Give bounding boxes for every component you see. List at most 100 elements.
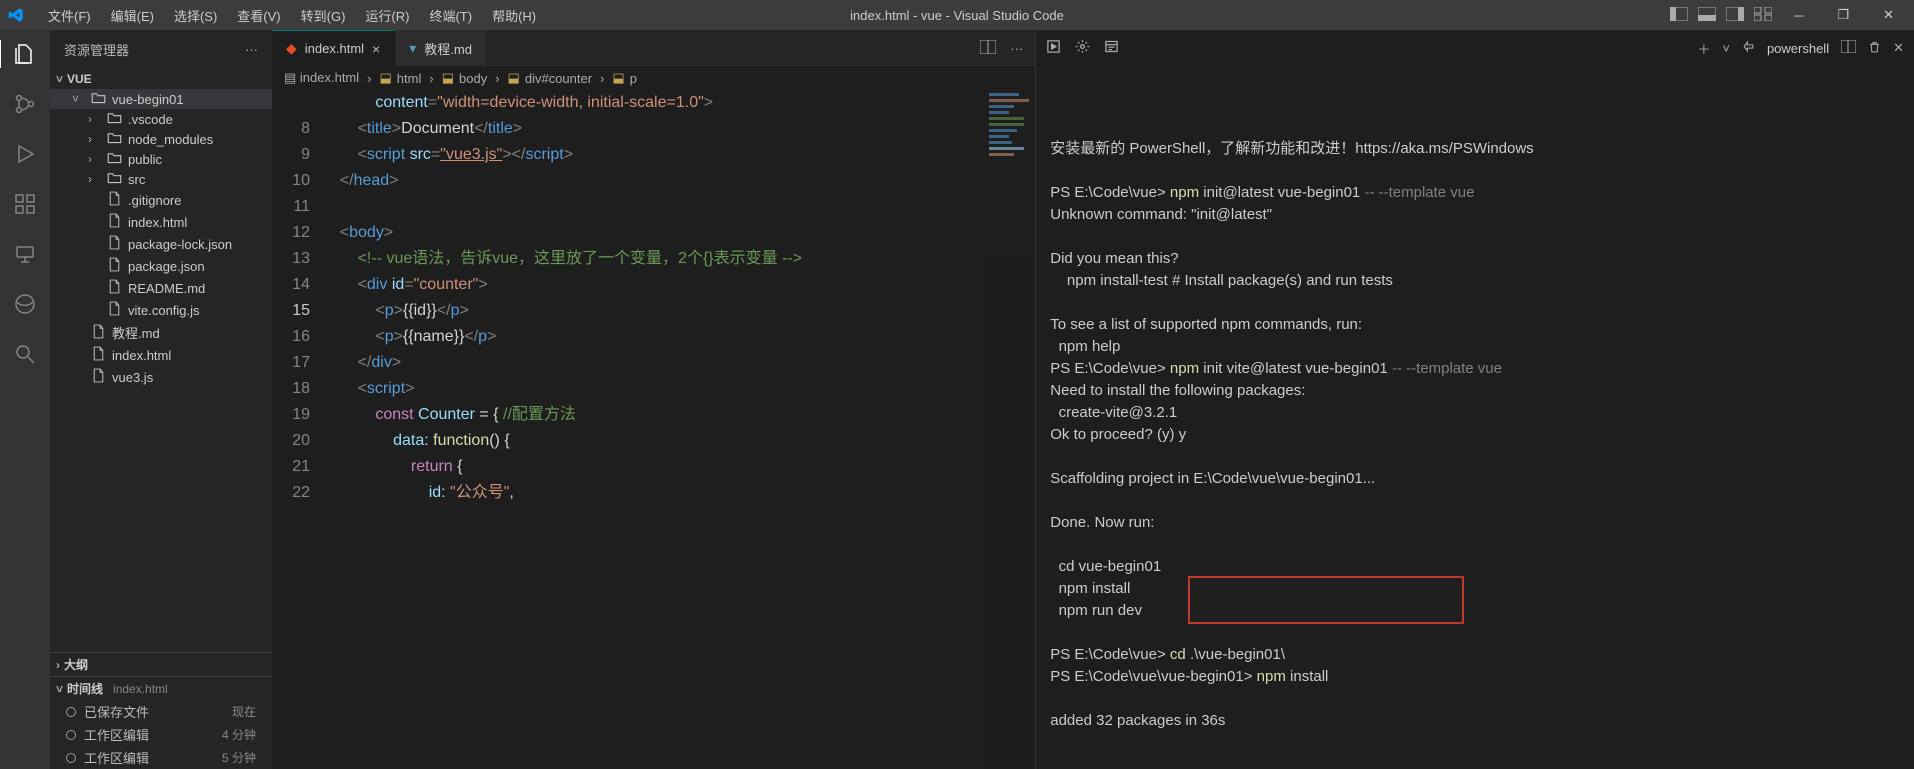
menu-item-0[interactable]: 文件(F): [38, 2, 101, 29]
file-package.json[interactable]: package.json: [50, 255, 272, 277]
more-actions-icon[interactable]: ···: [1010, 41, 1023, 56]
file-icon: [106, 301, 122, 319]
explorer-icon[interactable]: [0, 40, 49, 68]
file-icon: [90, 368, 106, 386]
timeline-item-2[interactable]: 工作区编辑5 分钟: [50, 746, 272, 769]
file-index.html[interactable]: index.html: [50, 344, 272, 366]
tab-tutorial-md[interactable]: ▾ 教程.md: [395, 30, 487, 66]
terminal-line: Did you mean this?: [1050, 248, 1900, 270]
kill-terminal-icon[interactable]: [1868, 40, 1881, 57]
menu-item-7[interactable]: 帮助(H): [482, 2, 546, 29]
breadcrumb-p[interactable]: ⬓p: [612, 70, 637, 86]
new-terminal-icon[interactable]: ＋: [1697, 39, 1710, 58]
terminal-line: npm install-test # Install package(s) an…: [1050, 270, 1900, 292]
terminal-line: Scaffolding project in E:\Code\vue\vue-b…: [1050, 468, 1900, 490]
terminal-line: npm install: [1050, 578, 1900, 600]
file-package-lock.json[interactable]: package-lock.json: [50, 233, 272, 255]
terminal-line: [1050, 622, 1900, 644]
terminal-line: [1050, 446, 1900, 468]
window-title: index.html - vue - Visual Studio Code: [850, 8, 1064, 23]
folder-public[interactable]: ›public: [50, 149, 272, 169]
breadcrumb-html[interactable]: ⬓html: [380, 70, 422, 86]
close-tab-icon[interactable]: ×: [372, 41, 380, 57]
html-file-icon: ◆: [286, 40, 297, 57]
file-icon: [106, 213, 122, 231]
terminal-run-icon[interactable]: [1742, 40, 1755, 56]
workspace-root[interactable]: ˅ VUE: [50, 69, 272, 89]
md-file-icon: ▾: [409, 40, 416, 57]
split-terminal-icon[interactable]: [1841, 40, 1856, 56]
file-README.md[interactable]: README.md: [50, 277, 272, 299]
terminal-line: PS E:\Code\vue\vue-begin01> npm install: [1050, 666, 1900, 688]
layout-editor-icon[interactable]: [1670, 7, 1688, 24]
menu-item-6[interactable]: 终端(T): [419, 2, 482, 29]
timeline-item-1[interactable]: 工作区编辑4 分钟: [50, 723, 272, 746]
terminal-body[interactable]: 安装最新的 PowerShell，了解新功能和改进！https://aka.ms…: [1036, 66, 1914, 769]
layout-panel-icon[interactable]: [1698, 7, 1716, 24]
breadcrumb-div#counter[interactable]: ⬓div#counter: [508, 70, 593, 86]
minimize-button[interactable]: ─: [1782, 4, 1815, 27]
close-button[interactable]: ✕: [1871, 3, 1906, 27]
menu-item-5[interactable]: 运行(R): [355, 2, 419, 29]
terminal-line: [1050, 226, 1900, 248]
terminal-line: npm help: [1050, 336, 1900, 358]
terminal-line: [1050, 688, 1900, 710]
run-debug-icon[interactable]: [11, 140, 39, 168]
more-icon[interactable]: ···: [245, 42, 258, 57]
folder-vue-begin01[interactable]: ˅vue-begin01: [50, 89, 272, 109]
terminal-line: create-vite@3.2.1: [1050, 402, 1900, 424]
edge-tools-icon[interactable]: [11, 290, 39, 318]
terminal-line: To see a list of supported npm commands,…: [1050, 314, 1900, 336]
terminal-line: npm run dev: [1050, 600, 1900, 622]
outline-section[interactable]: ›大纲: [50, 652, 272, 676]
code-editor[interactable]: 8910111213141516171819202122 content="wi…: [272, 90, 1035, 769]
file-vue3.js[interactable]: vue3.js: [50, 366, 272, 388]
extensions-icon[interactable]: [11, 190, 39, 218]
layout-customize-icon[interactable]: [1754, 7, 1772, 24]
file-vite.config.js[interactable]: vite.config.js: [50, 299, 272, 321]
folder-icon: [106, 151, 122, 167]
terminal-dropdown-icon[interactable]: ˅: [1722, 41, 1730, 56]
timeline-section[interactable]: ˅ 时间线 index.html: [50, 677, 272, 700]
minimap[interactable]: [985, 90, 1035, 769]
menu-bar: 文件(F)编辑(E)选择(S)查看(V)转到(G)运行(R)终端(T)帮助(H): [38, 2, 546, 29]
terminal-line: Done. Now run:: [1050, 512, 1900, 534]
terminal-line: 安装最新的 PowerShell，了解新功能和改进！https://aka.ms…: [1050, 138, 1900, 160]
terminal-line: [1050, 490, 1900, 512]
file-.gitignore[interactable]: .gitignore: [50, 189, 272, 211]
timeline-item-0[interactable]: 已保存文件现在: [50, 700, 272, 723]
terminal-line: [1050, 160, 1900, 182]
breadcrumb-index.html[interactable]: ▤ index.html: [284, 70, 359, 86]
file-icon: [90, 324, 106, 342]
split-editor-icon[interactable]: [980, 40, 996, 57]
file-icon: [106, 279, 122, 297]
breadcrumb[interactable]: ▤ index.html›⬓html›⬓body›⬓div#counter›⬓p: [272, 66, 1035, 90]
breadcrumb-body[interactable]: ⬓body: [442, 70, 488, 86]
folder-src[interactable]: ›src: [50, 169, 272, 189]
close-panel-icon[interactable]: ✕: [1893, 40, 1904, 56]
shell-label[interactable]: powershell: [1767, 41, 1829, 56]
output-icon[interactable]: [1104, 39, 1119, 57]
source-control-icon[interactable]: [11, 90, 39, 118]
remote-icon[interactable]: [11, 240, 39, 268]
debug-console-icon[interactable]: [1075, 39, 1090, 57]
menu-item-4[interactable]: 转到(G): [291, 2, 356, 29]
search-icon[interactable]: [11, 340, 39, 368]
folder-.vscode[interactable]: ›.vscode: [50, 109, 272, 129]
file-icon: [90, 346, 106, 364]
file-icon: [106, 235, 122, 253]
layout-sidebar-right-icon[interactable]: [1726, 7, 1744, 24]
sidebar-title: 资源管理器: [64, 40, 129, 59]
menu-item-3[interactable]: 查看(V): [227, 2, 290, 29]
maximize-button[interactable]: ❐: [1825, 3, 1861, 27]
tab-bar: ◆ index.html × ▾ 教程.md ···: [272, 30, 1035, 66]
file-教程.md[interactable]: 教程.md: [50, 321, 272, 344]
terminal-line: Need to install the following packages:: [1050, 380, 1900, 402]
run-icon[interactable]: [1046, 39, 1061, 57]
menu-item-1[interactable]: 编辑(E): [101, 2, 164, 29]
menu-item-2[interactable]: 选择(S): [164, 2, 227, 29]
terminal-line: [1050, 292, 1900, 314]
tab-index-html[interactable]: ◆ index.html ×: [272, 30, 395, 66]
file-index.html[interactable]: index.html: [50, 211, 272, 233]
folder-node_modules[interactable]: ›node_modules: [50, 129, 272, 149]
